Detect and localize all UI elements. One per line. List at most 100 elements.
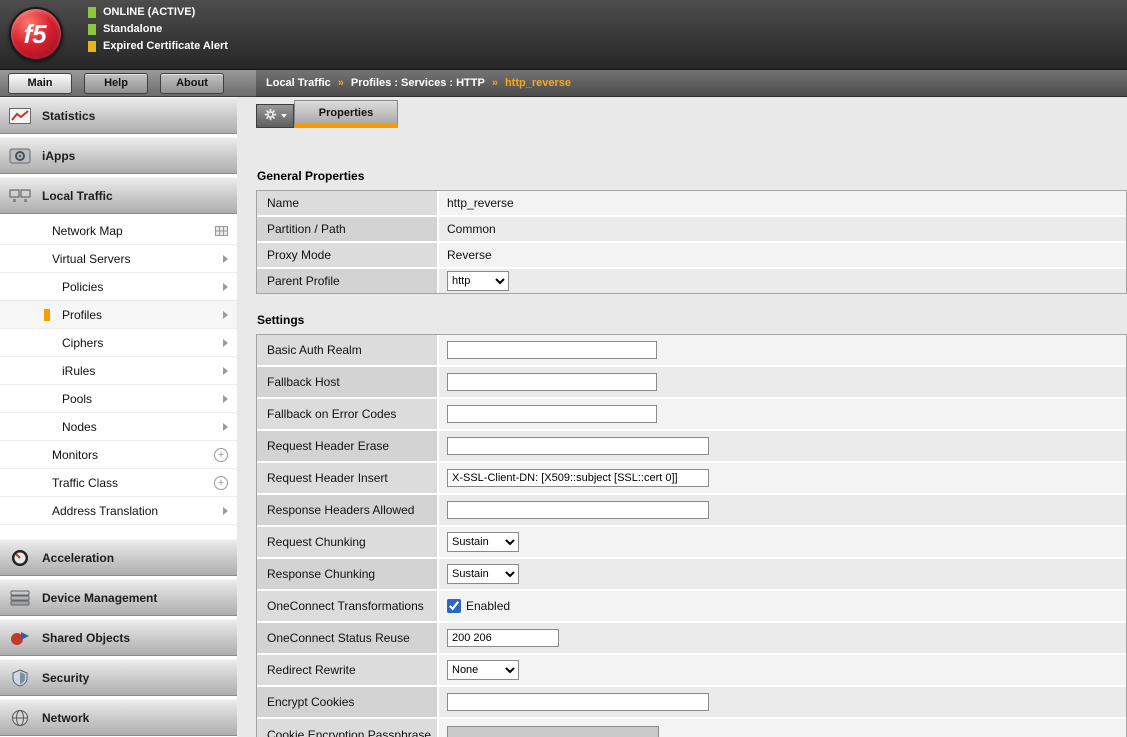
sidebar-section-acceleration[interactable]: Acceleration xyxy=(0,539,237,576)
sidebar-item-monitors[interactable]: Monitors+ xyxy=(0,441,237,469)
sidebar-item-profiles[interactable]: Profiles xyxy=(0,301,237,329)
sidebar-section-network[interactable]: Network xyxy=(0,699,237,736)
tab-main[interactable]: Main xyxy=(8,73,72,94)
tab-about[interactable]: About xyxy=(160,73,224,94)
f5-logo[interactable]: f5 xyxy=(9,7,63,61)
sidebar-section-label: iApps xyxy=(42,149,75,163)
expand-arrow-icon xyxy=(223,283,228,291)
sidebar-item-ciphers[interactable]: Ciphers xyxy=(0,329,237,357)
sidebar-item-label: Address Translation xyxy=(52,504,158,518)
gear-menu-button[interactable] xyxy=(256,104,294,128)
sidebar-item-traffic-class[interactable]: Traffic Class+ xyxy=(0,469,237,497)
sidebar-section-shared-objects[interactable]: Shared Objects xyxy=(0,619,237,656)
sidebar-section-label: Network xyxy=(42,711,89,725)
row-partition-path: Partition / Path Common xyxy=(257,217,1126,243)
sidebar-section-label: Acceleration xyxy=(42,551,114,565)
section-title-settings: Settings xyxy=(257,313,1127,327)
sidebar-section-label: Local Traffic xyxy=(42,189,113,203)
input-request-header-erase[interactable] xyxy=(447,437,709,455)
input-request-header-insert[interactable] xyxy=(447,469,709,487)
sidebar-section-iapps[interactable]: iApps xyxy=(0,137,237,174)
network-map-icon[interactable] xyxy=(215,226,228,236)
row-label: Redirect Rewrite xyxy=(257,655,439,685)
row-label: Partition / Path xyxy=(257,217,439,241)
sidebar-item-label: iRules xyxy=(62,364,95,378)
sidebar-item-irules[interactable]: iRules xyxy=(0,357,237,385)
expand-arrow-icon xyxy=(223,507,228,515)
subtabs: Properties xyxy=(294,100,398,128)
expand-arrow-icon xyxy=(223,395,228,403)
breadcrumb-item-profiles-services-http[interactable]: Profiles : Services : HTTP xyxy=(351,77,485,89)
select-redirect-rewrite[interactable]: None xyxy=(447,660,519,680)
row-value: http_reverse xyxy=(439,191,1126,215)
sidebar-item-pools[interactable]: Pools xyxy=(0,385,237,413)
acceleration-icon xyxy=(7,549,33,567)
row-label: Fallback Host xyxy=(257,367,439,397)
row-value: Common xyxy=(439,217,1126,241)
input-fallback-on-error-codes[interactable] xyxy=(447,405,657,423)
status-indicator xyxy=(88,41,96,52)
input-oneconnect-status-reuse[interactable] xyxy=(447,629,559,647)
status-indicator xyxy=(88,7,96,18)
local-traffic-icon xyxy=(7,187,33,205)
row-label: Request Header Erase xyxy=(257,431,439,461)
row-value xyxy=(439,623,1126,653)
status-item: Standalone xyxy=(88,23,228,35)
sidebar-item-address-translation[interactable]: Address Translation xyxy=(0,497,237,525)
sidebar-section-local-traffic[interactable]: Local Traffic xyxy=(0,177,237,214)
row-value: http xyxy=(439,269,1126,293)
sidebar-item-nodes[interactable]: Nodes xyxy=(0,413,237,441)
sidebar-item-label: Ciphers xyxy=(62,336,103,350)
row-basic-auth-realm: Basic Auth Realm xyxy=(257,335,1126,367)
sidebar-item-virtual-servers[interactable]: Virtual Servers xyxy=(0,245,237,273)
sidebar-section-label: Security xyxy=(42,671,89,685)
breadcrumb: Local Traffic » Profiles : Services : HTTP… xyxy=(256,70,1127,97)
row-label: Name xyxy=(257,191,439,215)
iapps-icon xyxy=(7,147,33,165)
row-label: Proxy Mode xyxy=(257,243,439,267)
gear-icon xyxy=(264,108,277,124)
row-request-header-insert: Request Header Insert xyxy=(257,463,1126,495)
subtab-properties[interactable]: Properties xyxy=(294,100,398,128)
row-value: Sustain xyxy=(439,527,1126,557)
row-redirect-rewrite: Redirect Rewrite None xyxy=(257,655,1126,687)
sidebar-item-label: Virtual Servers xyxy=(52,252,130,266)
tab-help[interactable]: Help xyxy=(84,73,148,94)
sidebar-section-statistics[interactable]: Statistics xyxy=(0,97,237,134)
value-text: Common xyxy=(447,222,496,236)
sidebar-section-security[interactable]: Security xyxy=(0,659,237,696)
select-response-chunking[interactable]: Sustain xyxy=(447,564,519,584)
f5-logo-text: f5 xyxy=(23,19,46,50)
section-title-general: General Properties xyxy=(257,169,1127,183)
row-value: Sustain xyxy=(439,559,1126,589)
network-icon xyxy=(7,709,33,727)
row-value xyxy=(439,495,1126,525)
breadcrumb-item-local-traffic[interactable]: Local Traffic xyxy=(266,77,331,89)
row-label: Parent Profile xyxy=(257,269,439,293)
select-request-chunking[interactable]: Sustain xyxy=(447,532,519,552)
status-item: ONLINE (ACTIVE) xyxy=(88,6,228,18)
input-basic-auth-realm[interactable] xyxy=(447,341,657,359)
create-plus-icon[interactable]: + xyxy=(214,476,228,490)
main-tabs: Main Help About xyxy=(0,70,256,97)
sidebar-item-label: Policies xyxy=(62,280,103,294)
settings-table: Basic Auth RealmFallback HostFallback on… xyxy=(256,334,1127,737)
sidebar-item-network-map[interactable]: Network Map xyxy=(0,217,237,245)
sidebar-item-policies[interactable]: Policies xyxy=(0,273,237,301)
row-label: Cookie Encryption Passphrase xyxy=(257,719,439,737)
row-value xyxy=(439,367,1126,397)
create-plus-icon[interactable]: + xyxy=(214,448,228,462)
checkbox-oneconnect-transformations[interactable] xyxy=(447,599,461,613)
row-proxy-mode: Proxy ModeReverse xyxy=(257,243,1126,269)
input-encrypt-cookies[interactable] xyxy=(447,693,709,711)
status-label: Standalone xyxy=(103,23,162,35)
row-label: OneConnect Transformations xyxy=(257,591,439,621)
select-parent-profile[interactable]: http xyxy=(447,271,509,291)
breadcrumb-separator: » xyxy=(338,77,344,89)
sidebar-section-device-management[interactable]: Device Management xyxy=(0,579,237,616)
input-response-headers-allowed[interactable] xyxy=(447,501,709,519)
status-item: Expired Certificate Alert xyxy=(88,40,228,52)
input-fallback-host[interactable] xyxy=(447,373,657,391)
device-management-icon xyxy=(7,589,33,607)
expand-arrow-icon xyxy=(223,423,228,431)
